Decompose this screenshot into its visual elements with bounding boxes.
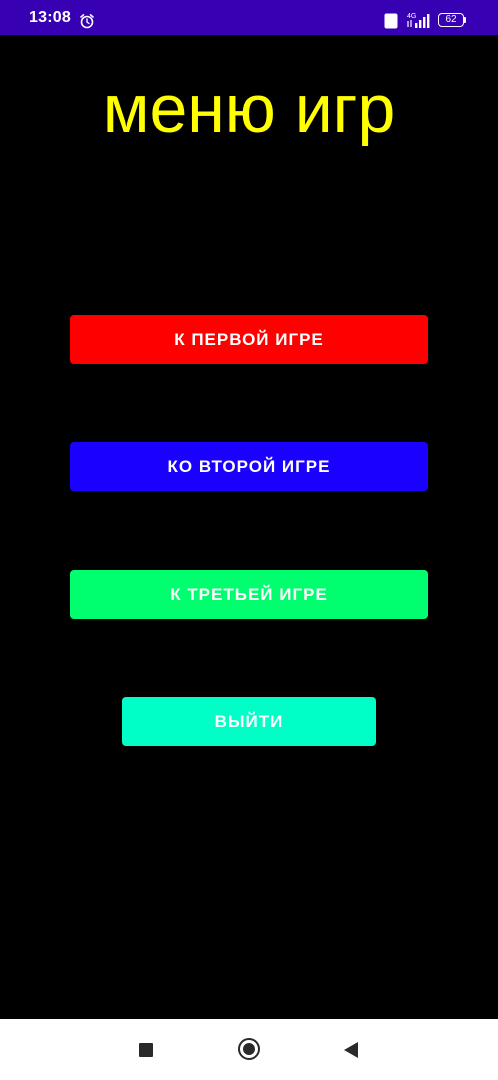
navigation-bar bbox=[0, 1019, 498, 1080]
home-icon[interactable] bbox=[238, 1038, 260, 1060]
recents-icon[interactable] bbox=[139, 1043, 153, 1057]
signal-icon: 4G bbox=[407, 13, 430, 28]
third-game-button[interactable]: К ТРЕТЬЕЙ ИГРЕ bbox=[70, 570, 428, 619]
page-title: меню игр bbox=[102, 71, 396, 147]
status-time: 13:08 bbox=[29, 9, 71, 26]
back-icon[interactable] bbox=[342, 1041, 360, 1059]
battery-tip bbox=[464, 17, 466, 23]
exit-button[interactable]: ВЫЙТИ bbox=[122, 697, 376, 746]
battery-icon: 62 bbox=[438, 13, 468, 29]
volte-icon bbox=[384, 13, 398, 29]
home-icon-inner bbox=[243, 1043, 255, 1055]
network-label: 4G bbox=[407, 13, 416, 20]
alarm-icon bbox=[80, 14, 94, 29]
status-bar: 13:08 4G 62 bbox=[0, 0, 498, 35]
second-game-button[interactable]: КО ВТОРОЙ ИГРЕ bbox=[70, 442, 428, 491]
battery-level: 62 bbox=[445, 14, 457, 25]
first-game-button[interactable]: К ПЕРВОЙ ИГРЕ bbox=[70, 315, 428, 364]
